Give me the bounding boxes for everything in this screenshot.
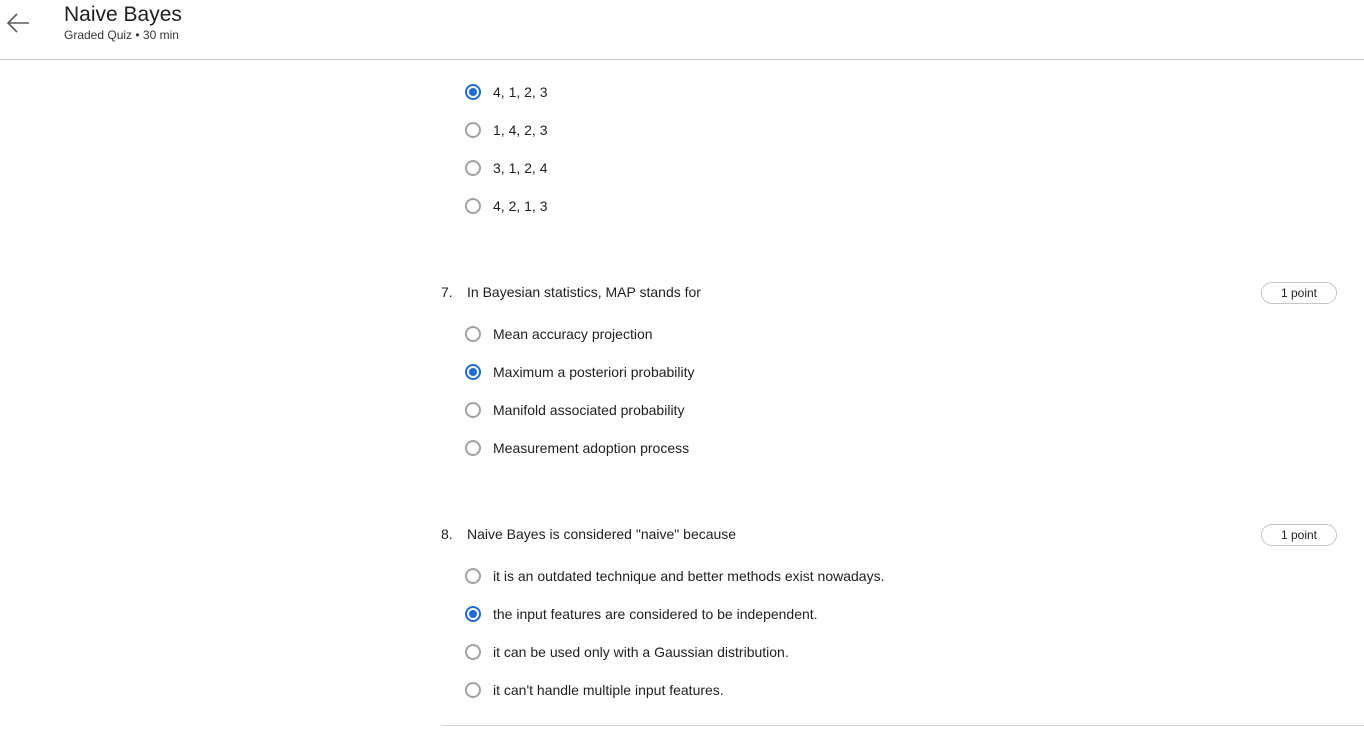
radio-button[interactable] <box>465 84 481 100</box>
option-label: Manifold associated probability <box>493 402 685 418</box>
radio-button[interactable] <box>465 122 481 138</box>
previous-question-option[interactable]: 3, 1, 2, 4 <box>465 157 547 179</box>
page-title: Naive Bayes <box>64 3 182 26</box>
option-label: Measurement adoption process <box>493 440 690 456</box>
option-label: it can't handle multiple input features. <box>493 682 724 698</box>
back-button[interactable] <box>2 8 34 38</box>
option-label: Maximum a posteriori probability <box>493 364 695 380</box>
question-8-option[interactable]: it can't handle multiple input features. <box>465 679 724 701</box>
option-label: 1, 4, 2, 3 <box>493 122 548 138</box>
quiz-header: Naive Bayes Graded Quiz • 30 min <box>0 0 1364 60</box>
question-7-option[interactable]: Manifold associated probability <box>465 399 684 421</box>
section-divider <box>441 725 1364 726</box>
radio-button[interactable] <box>465 198 481 214</box>
option-label: it is an outdated technique and better m… <box>493 568 885 584</box>
points-badge: 1 point <box>1261 524 1337 546</box>
question-text: Naive Bayes is considered "naive" becaus… <box>467 526 737 542</box>
question-8-option[interactable]: it can be used only with a Gaussian dist… <box>465 641 789 663</box>
question-number: 7. <box>441 284 453 300</box>
option-label: 4, 1, 2, 3 <box>493 84 548 100</box>
radio-button[interactable] <box>465 682 481 698</box>
question-7-option[interactable]: Mean accuracy projection <box>465 323 653 345</box>
page-subtitle: Graded Quiz • 30 min <box>64 28 179 42</box>
question-7-option[interactable]: Measurement adoption process <box>465 437 689 459</box>
question-text: In Bayesian statistics, MAP stands for <box>467 284 701 300</box>
quiz-content: 4, 1, 2, 3 1, 4, 2, 3 3, 1, 2, 4 4, 2, 1… <box>0 60 1364 733</box>
option-label: 3, 1, 2, 4 <box>493 160 548 176</box>
radio-button[interactable] <box>465 568 481 584</box>
previous-question-option[interactable]: 4, 2, 1, 3 <box>465 195 547 217</box>
option-label: Mean accuracy projection <box>493 326 653 342</box>
radio-button[interactable] <box>465 326 481 342</box>
previous-question-option[interactable]: 4, 1, 2, 3 <box>465 81 547 103</box>
radio-button[interactable] <box>465 644 481 660</box>
arrow-left-icon <box>6 13 29 33</box>
radio-button[interactable] <box>465 606 481 622</box>
radio-button[interactable] <box>465 364 481 380</box>
question-7-option[interactable]: Maximum a posteriori probability <box>465 361 695 383</box>
question-8-option[interactable]: it is an outdated technique and better m… <box>465 565 884 587</box>
question-8-option[interactable]: the input features are considered to be … <box>465 603 818 625</box>
radio-button[interactable] <box>465 160 481 176</box>
question-number: 8. <box>441 526 453 542</box>
option-label: 4, 2, 1, 3 <box>493 198 548 214</box>
previous-question-option[interactable]: 1, 4, 2, 3 <box>465 119 547 141</box>
option-label: it can be used only with a Gaussian dist… <box>493 644 789 660</box>
radio-button[interactable] <box>465 402 481 418</box>
points-badge: 1 point <box>1261 282 1337 304</box>
radio-button[interactable] <box>465 440 481 456</box>
option-label: the input features are considered to be … <box>493 606 818 622</box>
